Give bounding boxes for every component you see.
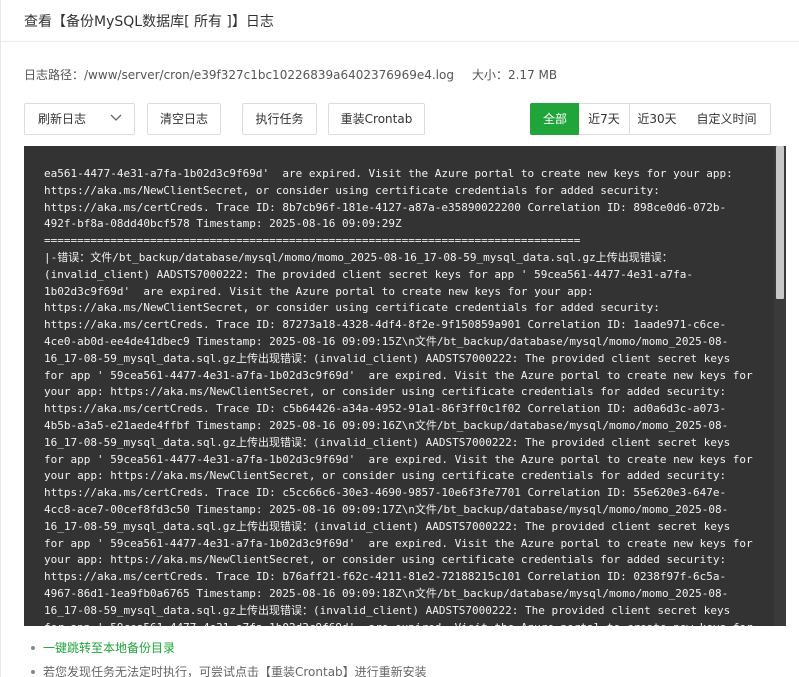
log-line: for app ' 59cea561-4477-4e31-a7fa-1b02d3… (44, 452, 753, 466)
console-scrollbar-thumb[interactable] (776, 146, 784, 299)
list-item: 一键跳转至本地备份目录 (29, 640, 427, 660)
log-path-value: /www/server/cron/e39f327c1bc10226839a640… (84, 68, 454, 82)
log-line: 4ce0-ab0d-ee4de41dbec9 Timestamp: 2025-0… (44, 334, 729, 348)
chevron-down-icon (110, 114, 122, 121)
jump-backup-dir-link[interactable]: 一键跳转至本地备份目录 (43, 641, 175, 655)
log-console[interactable]: ea561-4477-4e31-a7fa-1b02d3c9f69d' are e… (24, 146, 786, 626)
log-line: 4cc8-ace7-00cef8fd3c50 Timestamp: 2025-0… (44, 502, 729, 516)
crontab-hint-text: 若您发现任务无法定时执行，可尝试点击【重装Crontab】进行重新安装 (43, 665, 427, 677)
log-line: your app: https://aka.ms/NewClientSecret… (44, 469, 727, 483)
bullet-icon (31, 670, 35, 674)
log-line: your app: https://aka.ms/NewClientSecret… (44, 553, 727, 567)
log-size-label: 大小： (471, 68, 508, 82)
dialog-titlebar: 查看【备份MySQL数据库[ 所有 ]】日志 (1, 0, 799, 42)
log-line: 16_17-08-59_mysql_data.sql.gz上传出现错误：(inv… (44, 603, 731, 617)
console-scrollbar[interactable] (774, 146, 786, 626)
bullet-icon (31, 646, 35, 650)
log-line: ========================================… (44, 234, 581, 248)
clear-log-button[interactable]: 清空日志 (147, 103, 221, 135)
log-line: for app ' 59cea561-4477-4e31-a7fa-1b02d3… (44, 620, 764, 626)
log-content: ea561-4477-4e31-a7fa-1b02d3c9f69d' are e… (44, 166, 764, 626)
filter-custom-tab[interactable]: 自定义时间 (683, 103, 771, 135)
run-task-button[interactable]: 执行任务 (242, 103, 317, 135)
log-line: https://aka.ms/NewClientSecret, or consi… (44, 183, 660, 197)
log-line: https://aka.ms/certCreds. Trace ID: b76a… (44, 570, 727, 584)
log-line: 4967-86d1-1ea9fb0a6765 Timestamp: 2025-0… (44, 586, 729, 600)
log-line: 16_17-08-59_mysql_data.sql.gz上传出现错误：(inv… (44, 351, 731, 365)
log-line: 1b02d3c9f69d' are expired. Visit the Azu… (44, 284, 594, 298)
log-line: ea561-4477-4e31-a7fa-1b02d3c9f69d' are e… (44, 167, 733, 180)
log-line: https://aka.ms/certCreds. Trace ID: 8727… (44, 318, 727, 332)
log-line: 16_17-08-59_mysql_data.sql.gz上传出现错误：(inv… (44, 519, 731, 533)
log-path-label: 日志路径： (24, 68, 85, 82)
log-line: 492f-bf8a-08dd40bcf578 Timestamp: 2025-0… (44, 217, 402, 231)
log-line: your app: https://aka.ms/NewClientSecret… (44, 385, 727, 399)
log-line: https://aka.ms/certCreds. Trace ID: c5cc… (44, 486, 727, 500)
log-dialog: 查看【备份MySQL数据库[ 所有 ]】日志 日志路径：/www/server/… (0, 0, 799, 677)
list-item: 若您发现任务无法定时执行，可尝试点击【重装Crontab】进行重新安装 (29, 664, 427, 677)
log-line: https://aka.ms/certCreds. Trace ID: 8b7c… (44, 200, 727, 214)
refresh-log-button[interactable]: 刷新日志 (24, 103, 100, 135)
log-info-row: 日志路径：/www/server/cron/e39f327c1bc1022683… (24, 66, 557, 83)
log-line: for app ' 59cea561-4477-4e31-a7fa-1b02d3… (44, 368, 753, 382)
dialog-title: 查看【备份MySQL数据库[ 所有 ]】日志 (24, 14, 274, 30)
filter-last7-tab[interactable]: 近7天 (579, 103, 630, 135)
refresh-options-dropdown[interactable] (99, 103, 135, 135)
log-line: 16_17-08-59_mysql_data.sql.gz上传出现错误：(inv… (44, 435, 731, 449)
filter-last30-tab[interactable]: 近30天 (629, 103, 685, 135)
notes-list: 一键跳转至本地备份目录 若您发现任务无法定时执行，可尝试点击【重装Crontab… (29, 640, 427, 677)
log-line: for app ' 59cea561-4477-4e31-a7fa-1b02d3… (44, 536, 753, 550)
log-line: (invalid_client) AADSTS7000222: The prov… (44, 267, 694, 281)
log-line: |-错误：文件/bt_backup/database/mysql/momo/mo… (44, 250, 673, 264)
filter-all-tab[interactable]: 全部 (530, 103, 580, 135)
log-size-value: 2.17 MB (507, 68, 558, 82)
log-line: https://aka.ms/NewClientSecret, or consi… (44, 301, 660, 315)
log-line: https://aka.ms/certCreds. Trace ID: c5b6… (44, 402, 727, 416)
log-line: 4b5b-a3a5-e21aede4ffbf Timestamp: 2025-0… (44, 418, 729, 432)
log-toolbar: 刷新日志 清空日志 执行任务 重装Crontab 全部 近7天 近30天 自定义… (24, 103, 784, 135)
reinstall-crontab-button[interactable]: 重装Crontab (328, 103, 425, 135)
